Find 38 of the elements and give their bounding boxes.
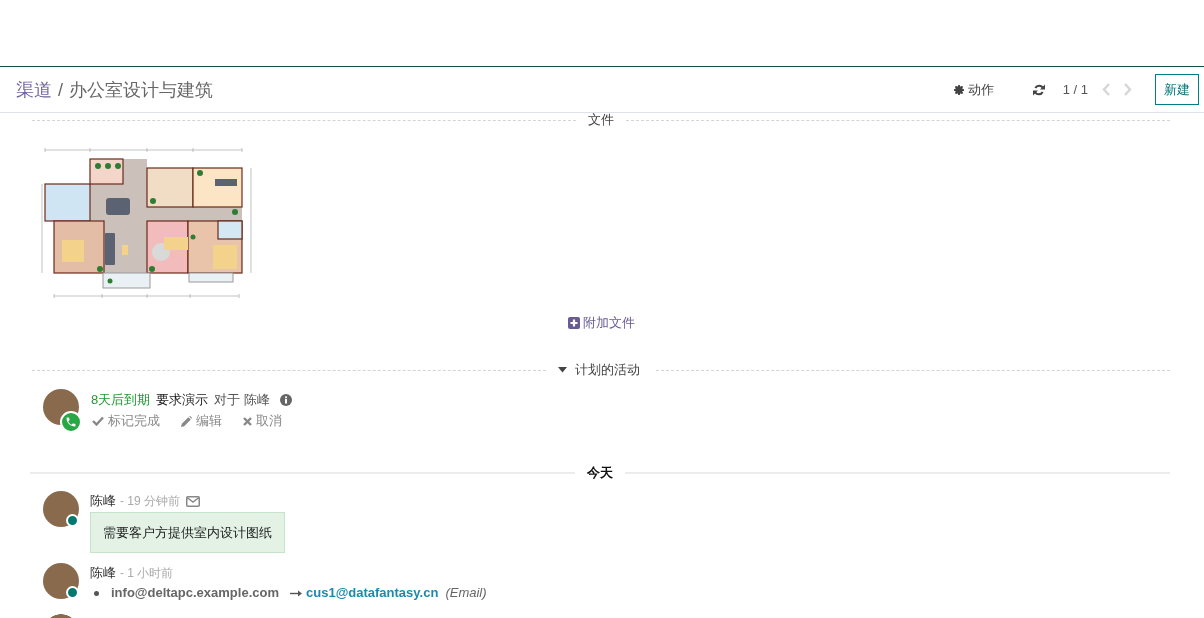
arrow-icon [290, 589, 302, 597]
message-time: - 19 分钟前 [120, 493, 180, 510]
caret-icon [558, 367, 567, 373]
section-toggle[interactable]: 计划的活动 [550, 362, 652, 378]
breadcrumb-separator: / [58, 78, 63, 102]
pencil-icon [181, 415, 192, 427]
assignee-name: 陈峰 [244, 391, 271, 409]
new-value: cus1@datafantasy.cn [306, 584, 439, 602]
info-icon[interactable] [280, 394, 293, 406]
section-heading: 文件 [587, 113, 615, 127]
attach-files-button[interactable]: 附加文件 [567, 315, 635, 331]
cancel-button[interactable]: 取消 [242, 412, 282, 430]
bullet-icon [94, 590, 99, 596]
edit-button[interactable]: 编辑 [180, 412, 222, 430]
actions-button[interactable]: 动作 [953, 80, 994, 99]
message-time: - 1 小时前 [120, 565, 174, 582]
check-icon [92, 416, 104, 426]
field-name: (Email) [445, 584, 487, 602]
phone-icon [60, 411, 82, 433]
close-icon [243, 416, 252, 426]
old-value: info@deltapc.example.com [111, 584, 279, 602]
avatar-photo [43, 491, 79, 527]
activity-summary: 要求演示 [156, 391, 209, 409]
author-name: 陈峰 [90, 564, 116, 582]
breadcrumb-current: 办公室设计与建筑 [69, 78, 213, 102]
date-separator: 今天 [586, 466, 614, 480]
assigned-to-label: 对于 [214, 391, 241, 409]
avatar-photo [43, 563, 79, 599]
refresh-icon[interactable] [1032, 83, 1045, 96]
breadcrumb-link[interactable]: 渠道 [16, 77, 52, 102]
pager-counter[interactable]: 1 / 1 [1062, 82, 1088, 97]
plus-square-icon [567, 317, 580, 329]
due-label: 8天后到期 [91, 391, 151, 409]
author-name: 陈峰 [90, 492, 116, 510]
message-body: 需要客户方提供室内设计图纸 [90, 512, 285, 553]
mark-done-button[interactable]: 标记完成 [91, 412, 160, 430]
gear-icon [953, 84, 964, 95]
new-button[interactable]: 新建 [1155, 74, 1199, 105]
